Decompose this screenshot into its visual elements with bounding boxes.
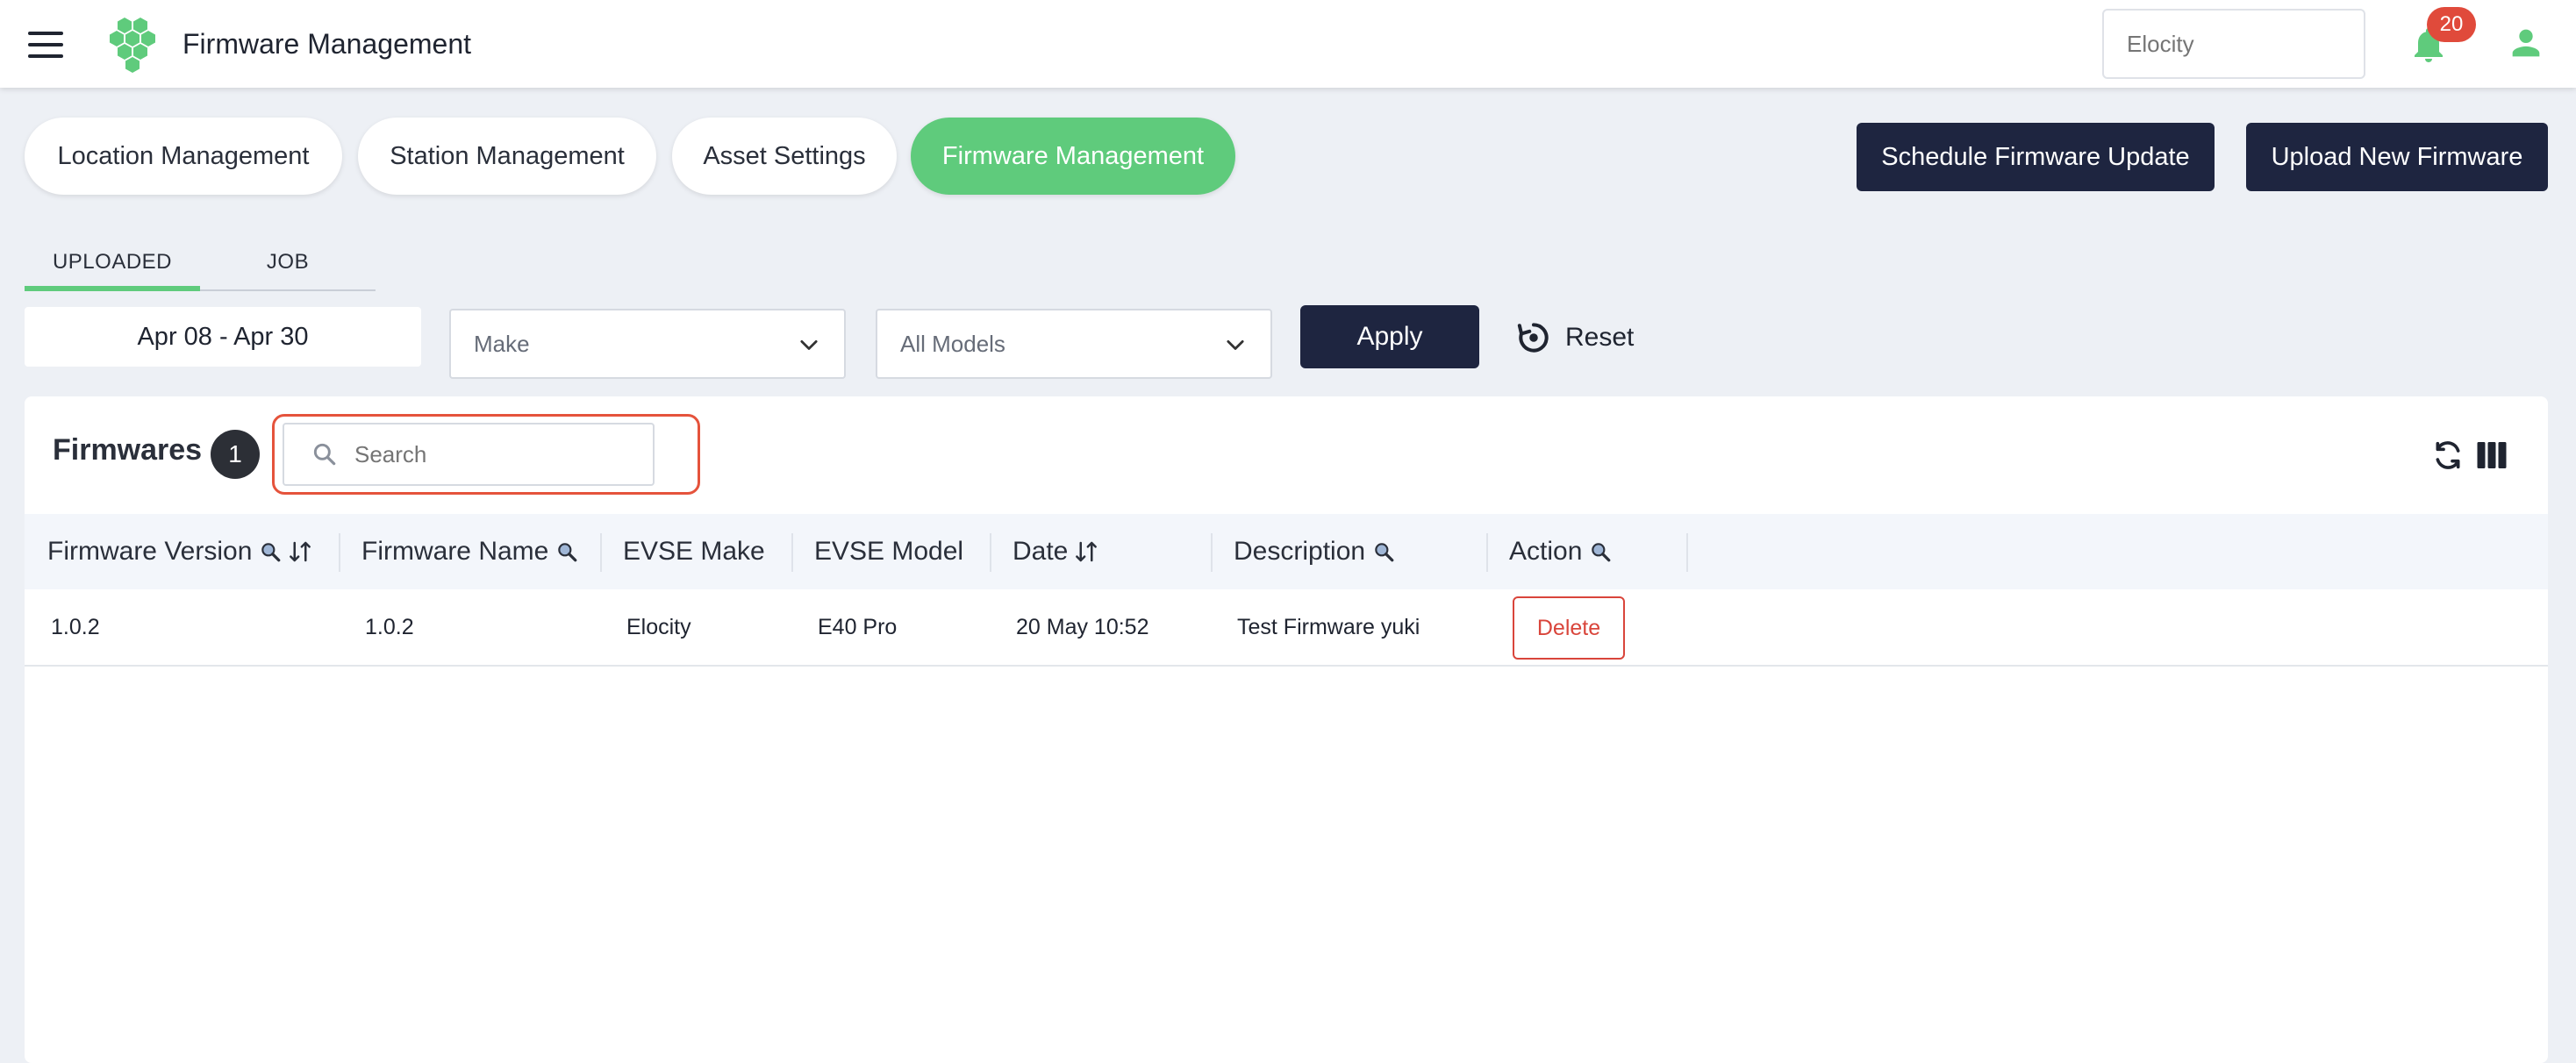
table-row[interactable]: 1.0.2 1.0.2 Elocity E40 Pro 20 May 10:52… bbox=[25, 589, 2548, 667]
top-app-bar: Firmware Management 20 bbox=[0, 0, 2576, 88]
column-header-label: EVSE Model bbox=[814, 537, 964, 566]
column-search-icon[interactable] bbox=[555, 540, 578, 563]
logo-icon bbox=[110, 18, 155, 73]
firmware-table-card: Firmwares 1 Firmware Version bbox=[25, 396, 2548, 1063]
column-header-firmware-version[interactable]: Firmware Version bbox=[47, 514, 313, 589]
reset-button[interactable]: Reset bbox=[1514, 316, 1634, 360]
search-icon bbox=[313, 443, 336, 466]
notification-badge: 20 bbox=[2427, 7, 2476, 42]
sort-icon[interactable] bbox=[287, 539, 313, 565]
column-header-label: Firmware Name bbox=[361, 537, 549, 566]
column-header-label: EVSE Make bbox=[623, 537, 765, 566]
tab-firmware-management[interactable]: Firmware Management bbox=[911, 118, 1235, 195]
sort-icon[interactable] bbox=[1073, 539, 1099, 565]
column-header-label: Firmware Version bbox=[47, 537, 253, 566]
refresh-icon[interactable] bbox=[2430, 437, 2465, 474]
columns-icon[interactable] bbox=[2476, 440, 2508, 470]
cell-firmware-name: 1.0.2 bbox=[365, 614, 414, 639]
search-input[interactable] bbox=[354, 440, 635, 468]
search-field[interactable] bbox=[283, 423, 655, 486]
column-divider bbox=[1486, 533, 1488, 572]
date-range-picker[interactable]: Apr 08 - Apr 30 bbox=[25, 307, 421, 367]
column-header-label: Action bbox=[1509, 537, 1583, 566]
column-header-evse-model[interactable]: EVSE Model bbox=[814, 514, 963, 589]
chevron-down-icon bbox=[800, 339, 818, 350]
schedule-firmware-update-button[interactable]: Schedule Firmware Update bbox=[1857, 123, 2215, 191]
cell-evse-make: Elocity bbox=[626, 614, 691, 639]
cell-firmware-version: 1.0.2 bbox=[51, 614, 100, 639]
column-header-firmware-name[interactable]: Firmware Name bbox=[361, 514, 578, 589]
model-select-label: All Models bbox=[900, 330, 1005, 357]
tab-uploaded[interactable]: UPLOADED bbox=[25, 233, 200, 291]
column-header-label: Date bbox=[1013, 537, 1069, 566]
column-divider bbox=[600, 533, 602, 572]
column-header-action[interactable]: Action bbox=[1509, 514, 1612, 589]
tab-station-management[interactable]: Station Management bbox=[358, 118, 656, 195]
column-header-description[interactable]: Description bbox=[1234, 514, 1395, 589]
column-divider bbox=[1686, 533, 1688, 572]
tab-asset-settings[interactable]: Asset Settings bbox=[672, 118, 897, 195]
reset-icon bbox=[1517, 323, 1549, 353]
menu-icon[interactable] bbox=[28, 32, 63, 58]
cell-date: 20 May 10:52 bbox=[1016, 614, 1149, 639]
column-header-label: Description bbox=[1234, 537, 1366, 566]
column-divider bbox=[339, 533, 340, 572]
delete-button[interactable]: Delete bbox=[1513, 596, 1625, 660]
upload-new-firmware-button[interactable]: Upload New Firmware bbox=[2246, 123, 2548, 191]
column-divider bbox=[1211, 533, 1213, 572]
column-search-icon[interactable] bbox=[1372, 540, 1395, 563]
table-header: Firmware Version Firmware Name EVSE Make bbox=[25, 514, 2548, 589]
active-tab-indicator bbox=[25, 286, 200, 291]
model-select[interactable]: All Models bbox=[876, 309, 1272, 379]
cell-description: Test Firmware yuki bbox=[1237, 614, 1420, 639]
column-search-icon[interactable] bbox=[1589, 540, 1612, 563]
column-search-icon[interactable] bbox=[259, 540, 282, 563]
cell-evse-model: E40 Pro bbox=[818, 614, 898, 639]
column-divider bbox=[990, 533, 991, 572]
apply-button[interactable]: Apply bbox=[1300, 305, 1479, 368]
chevron-down-icon bbox=[1227, 339, 1244, 350]
user-icon[interactable] bbox=[2506, 21, 2546, 65]
count-badge: 1 bbox=[211, 430, 260, 479]
make-select-label: Make bbox=[474, 330, 530, 357]
column-divider bbox=[791, 533, 793, 572]
make-select[interactable]: Make bbox=[449, 309, 846, 379]
table-title: Firmwares bbox=[53, 433, 203, 467]
tab-location-management[interactable]: Location Management bbox=[25, 118, 342, 195]
tab-job[interactable]: JOB bbox=[200, 233, 376, 291]
organization-input[interactable] bbox=[2102, 9, 2365, 79]
column-header-date[interactable]: Date bbox=[1013, 514, 1099, 589]
column-header-evse-make[interactable]: EVSE Make bbox=[623, 514, 765, 589]
reset-label: Reset bbox=[1565, 323, 1635, 352]
app-title: Firmware Management bbox=[182, 28, 471, 60]
